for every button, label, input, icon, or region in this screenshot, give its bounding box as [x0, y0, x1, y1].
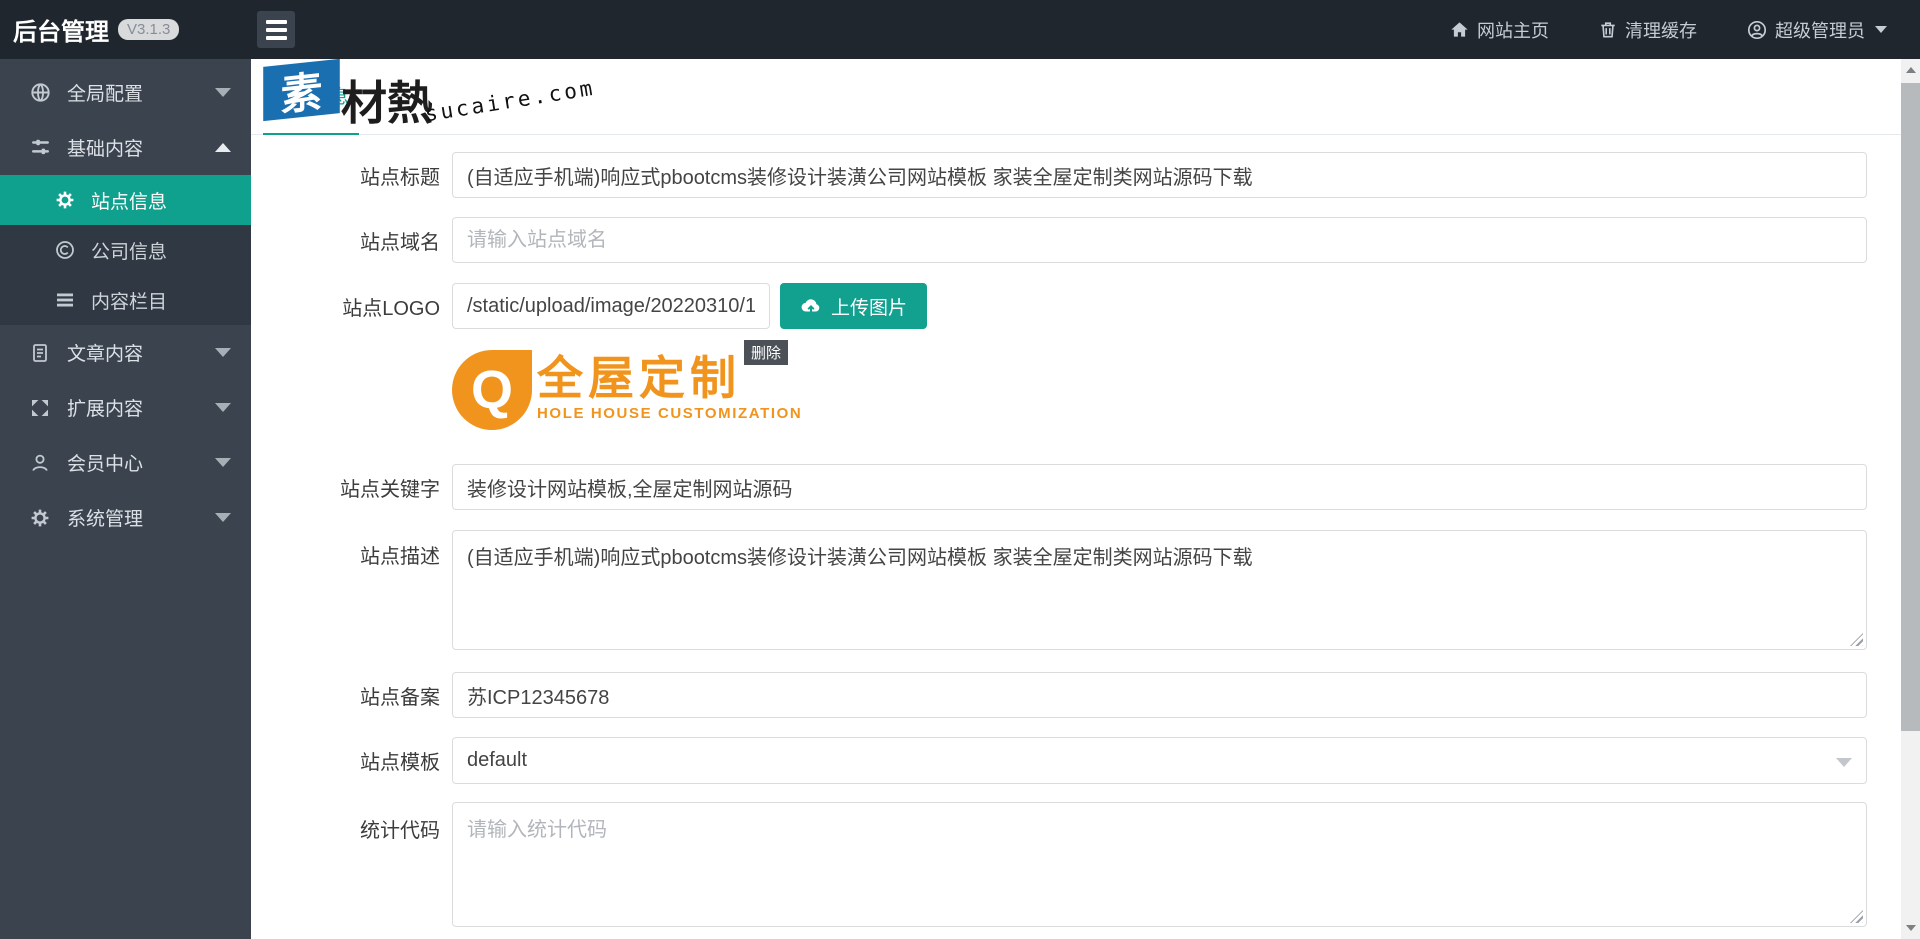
site-domain-label: 站点域名 — [360, 231, 440, 254]
scrollbar-thumb[interactable] — [1901, 83, 1920, 731]
site-domain-input[interactable] — [452, 217, 1867, 263]
tab-bar: 站点信息 — [251, 59, 1901, 135]
chevron-down-icon — [215, 513, 231, 522]
form-row-stats-code: 统计代码 — [251, 802, 1867, 927]
list-icon — [55, 290, 77, 310]
form-row-site-template: 站点模板 default — [251, 737, 1867, 784]
sidebar-item-members[interactable]: 会员中心 — [0, 435, 251, 490]
app-title-text: 后台管理 — [13, 19, 109, 46]
hamburger-icon — [265, 19, 287, 24]
form-row-site-title: 站点标题 — [251, 152, 1867, 198]
chevron-down-icon — [215, 88, 231, 97]
chevron-down-icon — [215, 348, 231, 357]
sidebar-item-site-info[interactable]: 站点信息 — [0, 175, 251, 225]
triangle-down-icon — [1905, 925, 1916, 931]
form-row-site-description: 站点描述 (自适应手机端)响应式pbootcms装修设计装潢公司网站模板 家装全… — [251, 530, 1867, 650]
chevron-down-icon — [215, 403, 231, 412]
sidebar-item-system[interactable]: 系统管理 — [0, 490, 251, 545]
logo-en-text: HOLE HOUSE CUSTOMIZATION — [537, 405, 803, 423]
topbar-user-menu[interactable]: 超级管理员 — [1747, 17, 1887, 43]
topbar-link-home[interactable]: 网站主页 — [1450, 17, 1549, 43]
sidebar-item-articles[interactable]: 文章内容 — [0, 325, 251, 380]
site-description-label: 站点描述 — [360, 546, 440, 568]
site-template-label: 站点模板 — [360, 752, 440, 774]
stats-code-textarea[interactable] — [452, 802, 1867, 927]
scrollbar-down-button[interactable] — [1901, 917, 1920, 939]
sidebar-item-content-columns[interactable]: 内容栏目 — [0, 275, 251, 325]
app-title: 后台管理 V3.1.3 — [13, 0, 180, 59]
scrollbar[interactable] — [1901, 59, 1920, 939]
gear-icon — [30, 508, 54, 528]
sidebar-item-basic-content[interactable]: 基础内容 — [0, 120, 251, 175]
chevron-down-icon — [1875, 26, 1887, 33]
topbar: 后台管理 V3.1.3 网站主页 清理缓存 超级管理员 — [0, 0, 1920, 59]
home-icon — [1450, 20, 1469, 39]
copyright-icon — [55, 240, 77, 260]
sidebar-item-company-info[interactable]: 公司信息 — [0, 225, 251, 275]
tab-site-info[interactable]: 站点信息 — [263, 59, 360, 135]
version-badge: V3.1.3 — [118, 19, 180, 40]
topbar-actions: 网站主页 清理缓存 超级管理员 — [1450, 0, 1887, 59]
sliders-icon — [30, 137, 54, 158]
chevron-down-icon — [215, 458, 231, 467]
user-icon — [30, 453, 54, 473]
trash-icon — [1599, 20, 1617, 39]
logo-q-mark: Q — [452, 350, 532, 430]
site-info-form: 站点标题 站点域名 站点LOGO 上传图片 — [251, 152, 1901, 927]
upload-image-button[interactable]: 上传图片 — [780, 283, 927, 329]
form-row-site-domain: 站点域名 — [251, 217, 1867, 263]
form-row-site-logo: 站点LOGO 上传图片 — [251, 283, 1867, 329]
chevron-down-icon — [1836, 758, 1852, 767]
sidebar: 全局配置 基础内容 站点信息 公司信息 内容栏目 文章内容 扩展内容 会员中心 … — [0, 59, 251, 939]
site-logo-label: 站点LOGO — [342, 297, 440, 320]
stats-code-label: 统计代码 — [360, 820, 440, 842]
topbar-link-clear-cache[interactable]: 清理缓存 — [1599, 17, 1697, 43]
delete-logo-button[interactable]: 删除 — [744, 340, 789, 365]
expand-icon — [30, 398, 54, 418]
site-title-label: 站点标题 — [360, 166, 440, 189]
triangle-up-icon — [1905, 67, 1916, 73]
document-icon — [30, 343, 54, 363]
form-row-site-icp: 站点备案 — [251, 672, 1867, 718]
scrollbar-up-button[interactable] — [1901, 59, 1920, 81]
site-logo-input[interactable] — [452, 283, 770, 329]
cloud-upload-icon — [800, 295, 822, 317]
gear-icon — [55, 190, 77, 210]
form-row-logo-preview: Q 全屋定制 HOLE HOUSE CUSTOMIZATION 删除 — [251, 340, 1867, 432]
user-circle-icon — [1747, 20, 1767, 40]
site-title-input[interactable] — [452, 152, 1867, 198]
site-icp-label: 站点备案 — [360, 686, 440, 709]
site-template-select[interactable]: default — [452, 737, 1867, 784]
menu-toggle-button[interactable] — [257, 11, 295, 48]
main-content: 站点信息 素 材熱 sucaire.com 站点标题 站点域名 站点LOGO — [251, 59, 1901, 939]
sidebar-submenu-basic-content: 站点信息 公司信息 内容栏目 — [0, 175, 251, 325]
site-description-textarea[interactable]: (自适应手机端)响应式pbootcms装修设计装潢公司网站模板 家装全屋定制类网… — [452, 530, 1867, 650]
chevron-up-icon — [215, 143, 231, 152]
site-logo-preview-image: Q 全屋定制 HOLE HOUSE CUSTOMIZATION 删除 — [452, 340, 803, 430]
site-keywords-input[interactable] — [452, 464, 1867, 510]
site-keywords-label: 站点关键字 — [340, 478, 440, 501]
form-row-site-keywords: 站点关键字 — [251, 464, 1867, 510]
sidebar-item-global-config[interactable]: 全局配置 — [0, 65, 251, 120]
sidebar-item-extensions[interactable]: 扩展内容 — [0, 380, 251, 435]
site-icp-input[interactable] — [452, 672, 1867, 718]
globe-icon — [30, 82, 54, 103]
